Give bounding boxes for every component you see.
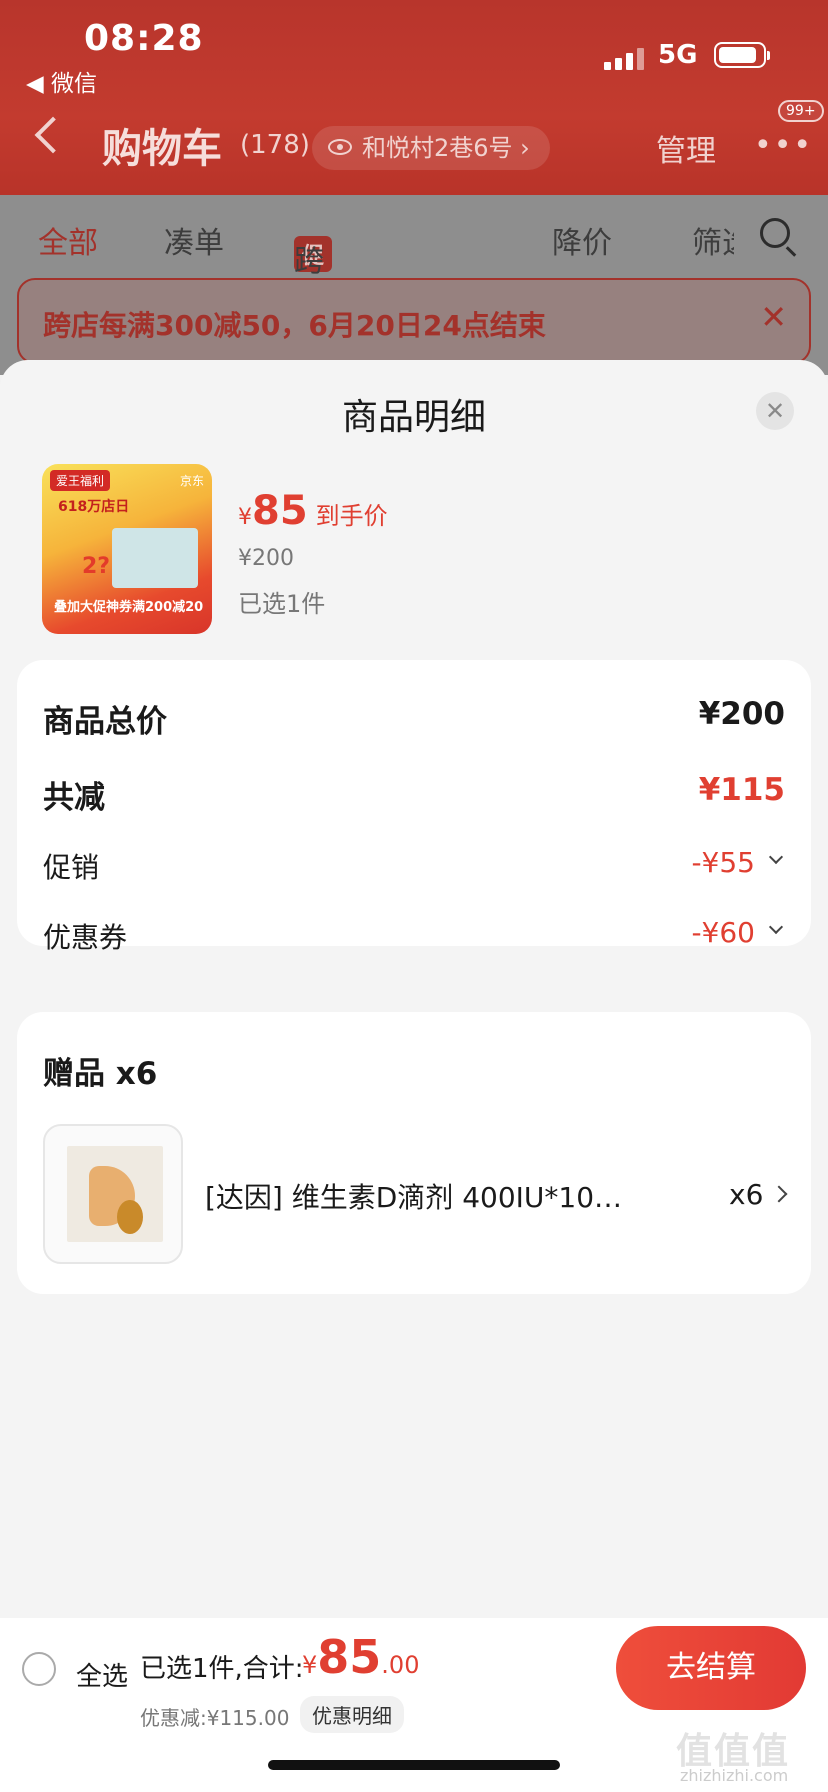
tab-all[interactable]: 全部 — [38, 218, 98, 262]
back-to-wechat[interactable]: ◀ 微信 — [26, 64, 97, 98]
price-label: 到手价 — [315, 502, 388, 530]
reduce-label: 共减 — [43, 780, 105, 816]
price-value: 85 — [252, 488, 308, 534]
selected-count: 已选1件 — [238, 590, 326, 618]
tab-filter[interactable]: 筛选 — [692, 218, 734, 262]
status-time: 08:28 — [84, 18, 204, 59]
discount-detail-button[interactable]: 优惠明细 — [300, 1696, 404, 1733]
manage-button[interactable]: 管理 — [656, 126, 716, 170]
search-icon[interactable] — [760, 218, 790, 248]
promo-banner: 跨店每满300减50，6月20日24点结束 ✕ — [17, 278, 811, 364]
checkout-button[interactable]: 去结算 — [616, 1626, 806, 1710]
close-icon[interactable]: ✕ — [756, 392, 794, 430]
thumb-brand: 爱王福利 — [50, 470, 111, 491]
watermark-sub: zhizhizhi.com — [680, 1766, 789, 1785]
cart-tabs: 全部 凑单 促跨店满减 降价 筛选 — [0, 200, 828, 411]
total-int: 85 — [317, 1630, 382, 1684]
thumb-mid: 2? — [82, 554, 111, 579]
address-selector[interactable]: 和悦村2巷6号 › — [312, 126, 550, 170]
status-bar: 08:28 ◀ 微信 5G — [0, 0, 828, 100]
gift-drop — [117, 1200, 143, 1234]
original-price: ¥200 — [238, 546, 294, 571]
sheet-title: 商品明细 — [341, 397, 486, 438]
cart-navbar: 购物车 (178) 和悦村2巷6号 › 管理 ••• 99+ — [0, 100, 828, 180]
message-badge: 99+ — [778, 100, 824, 122]
thumb-bottom: 叠加大促神券满200减20 — [54, 600, 204, 615]
coupon-value: -¥60 — [691, 916, 755, 949]
more-icon[interactable]: ••• — [754, 128, 813, 163]
home-indicator[interactable] — [268, 1760, 560, 1770]
eye-icon — [328, 139, 352, 155]
gift-card: 赠品 x6 [达因] 维生素D滴剂 400IU*10… x6 — [17, 1012, 811, 1294]
checkout-bar: 全选 已选1件,合计: ¥85.00 优惠减:¥115.00 优惠明细 去结算 … — [0, 1618, 828, 1792]
tab-price-drop[interactable]: 降价 — [552, 218, 612, 262]
gift-name[interactable]: [达因] 维生素D滴剂 400IU*10… — [205, 1176, 622, 1216]
address-text: 和悦村2巷6号 › — [362, 134, 530, 162]
signal-icon — [604, 46, 646, 70]
thumb-jd: 京东 — [179, 474, 204, 488]
total-value: ¥200 — [698, 696, 785, 732]
total-price: ¥85.00 — [302, 1630, 419, 1684]
chevron-right-icon[interactable] — [770, 1185, 788, 1203]
selected-summary: 已选1件,合计: — [140, 1654, 304, 1684]
product-thumbnail[interactable]: 爱王福利 京东 618万店日 2? 叠加大促神券满200减20 — [42, 464, 212, 634]
select-all-label[interactable]: 全选 — [76, 1656, 128, 1693]
price-currency: ¥ — [238, 505, 252, 530]
tab-combine[interactable]: 凑单 — [164, 218, 224, 262]
gift-qty: x6 — [729, 1178, 764, 1211]
gift-thumbnail[interactable] — [43, 1124, 183, 1264]
battery-icon — [714, 42, 770, 68]
final-price: ¥85 到手价 — [238, 488, 388, 534]
product-detail-sheet: 商品明细 ✕ 爱王福利 京东 618万店日 2? 叠加大促神券满200减20 ¥… — [0, 360, 828, 1620]
thumb-promo: 618万店日 — [58, 499, 130, 515]
thumb-product-box — [112, 528, 198, 588]
reduce-value: ¥115 — [698, 772, 785, 808]
total-label: 商品总价 — [43, 704, 167, 740]
discount-text: 优惠减:¥115.00 — [140, 1706, 290, 1730]
coupon-label: 优惠券 — [43, 921, 128, 954]
banner-text: 跨店每满300减50，6月20日24点结束 — [43, 309, 546, 342]
price-summary-card: 商品总价 ¥200 共减 ¥115 促销 -¥55 优惠券 -¥60 — [17, 660, 811, 954]
network-type: 5G — [658, 40, 698, 70]
promo-value: -¥55 — [691, 846, 755, 879]
gift-title: 赠品 x6 — [43, 1056, 158, 1092]
total-dec: .00 — [381, 1651, 420, 1679]
select-all-radio[interactable] — [22, 1652, 56, 1686]
back-arrow-icon[interactable] — [34, 116, 72, 154]
promo-label: 促销 — [43, 851, 100, 884]
total-currency: ¥ — [302, 1651, 318, 1679]
banner-close-icon[interactable]: ✕ — [760, 298, 787, 336]
cart-count: (178) — [240, 130, 310, 160]
page-title: 购物车 — [102, 126, 222, 172]
